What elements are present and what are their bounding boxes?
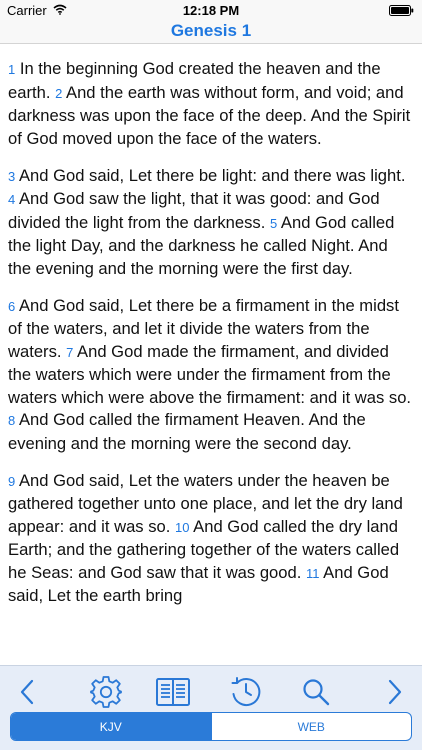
book-icon (156, 678, 190, 706)
gear-icon (90, 676, 122, 708)
verse-number[interactable]: 1 (8, 62, 15, 77)
status-time: 12:18 PM (182, 3, 240, 18)
chevron-left-icon (20, 679, 34, 705)
verse-number[interactable]: 7 (66, 345, 73, 360)
battery-icon (389, 5, 414, 16)
verse-paragraph: 1 In the beginning God created the heave… (8, 58, 414, 150)
bible-reader-screen: Carrier 12:18 PM Genesis 1 1 In the begi… (0, 0, 422, 750)
status-bar: Carrier 12:18 PM (0, 0, 422, 20)
version-option-kjv[interactable]: KJV (11, 713, 211, 740)
search-icon (303, 679, 330, 706)
version-option-web[interactable]: WEB (210, 713, 412, 740)
page-title[interactable]: Genesis 1 (0, 20, 422, 42)
verse-number[interactable]: 10 (175, 520, 189, 535)
settings-button[interactable] (85, 672, 127, 712)
search-button[interactable] (295, 672, 337, 712)
verse-number[interactable]: 11 (306, 566, 320, 581)
verse-number[interactable]: 2 (55, 86, 62, 101)
history-button[interactable] (225, 672, 267, 712)
verse-text: And God said, Let there be light: and th… (18, 165, 406, 185)
next-chapter-button[interactable] (378, 672, 412, 712)
verse-text: And the earth was without form, and void… (8, 82, 411, 148)
previous-chapter-button[interactable] (10, 672, 44, 712)
version-selector: KJV WEB (10, 712, 412, 741)
verse-paragraph: 6 And God said, Let there be a firmament… (8, 295, 414, 456)
verse-text: And God called the firmament Heaven. And… (8, 410, 366, 453)
verse-number[interactable]: 9 (8, 474, 15, 489)
verse-number[interactable]: 4 (8, 192, 15, 207)
chevron-right-icon (388, 679, 402, 705)
verse-number[interactable]: 6 (8, 299, 15, 314)
verse-number[interactable]: 5 (270, 216, 277, 231)
verse-paragraph: 9 And God said, Let the waters under the… (8, 470, 414, 608)
verse-number[interactable]: 8 (8, 413, 15, 428)
chapter-text[interactable]: 1 In the beginning God created the heave… (8, 58, 414, 665)
history-clock-icon (231, 677, 261, 706)
navigation-bar: Genesis 1 (0, 20, 422, 44)
books-button[interactable] (152, 672, 194, 712)
verse-paragraph: 3 And God said, Let there be light: and … (8, 165, 414, 281)
verse-number[interactable]: 3 (8, 169, 15, 184)
